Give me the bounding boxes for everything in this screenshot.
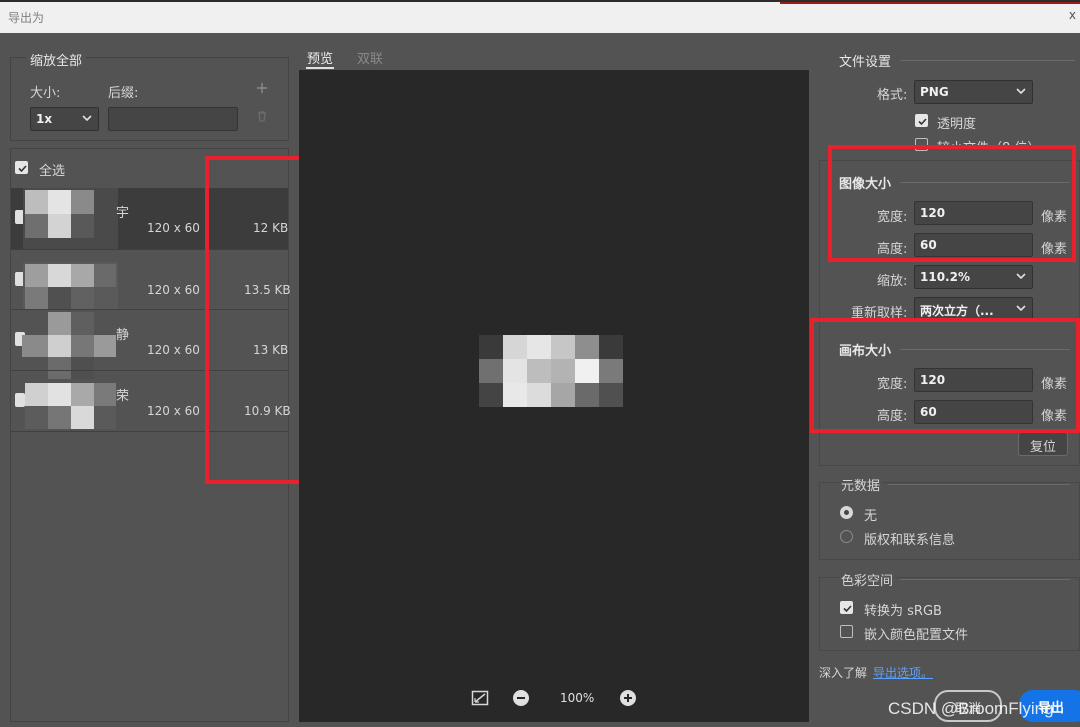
scale-all-title: 缩放全部 [26,50,87,69]
tab-preview[interactable]: 预览 [307,48,333,67]
asset-dimensions: 120 x 60 [147,343,200,357]
select-all-label: 全选 [39,164,66,179]
size-select-value: 1x [36,112,53,126]
title-bar: 导出为 x [0,0,1080,33]
preview-canvas: 100% [299,70,809,722]
chevron-down-icon [1016,88,1026,95]
embed-profile-checkbox[interactable] [840,625,853,638]
asset-name: 宇 [116,206,130,221]
metadata-none-radio[interactable] [840,506,853,519]
embed-profile-label: 嵌入颜色配置文件 [864,628,969,643]
watermark: CSDN @BroomFlying [888,699,1054,718]
export-options-link[interactable]: 导出选项。 [873,664,933,681]
annotation-box [828,145,1076,262]
transparency-checkbox[interactable] [915,114,928,127]
size-select[interactable]: 1x [30,107,99,131]
size-label: 大小: [30,86,61,101]
chevron-down-icon [1016,273,1026,280]
reset-button[interactable]: 复位 [1018,432,1068,456]
metadata-title: 元数据 [839,475,883,494]
metadata-copyright-label: 版权和联系信息 [864,533,956,548]
trash-icon[interactable] [255,109,269,123]
convert-srgb-label: 转换为 sRGB [864,604,942,619]
asset-name: 荣 [116,389,130,404]
select-all-checkbox[interactable] [15,161,28,174]
asset-thumbnail [23,188,118,249]
window-title: 导出为 [8,11,45,25]
learn-more-label: 深入了解 [819,666,868,680]
zoom-in-icon[interactable] [619,689,637,707]
asset-dimensions: 120 x 60 [147,404,200,418]
annotation-box [810,318,1080,433]
fit-screen-icon[interactable] [471,689,489,707]
convert-srgb-checkbox[interactable] [840,601,853,614]
zoom-out-icon[interactable] [512,689,530,707]
asset-thumbnail [23,250,118,310]
metadata-copyright-radio[interactable] [840,530,853,543]
section-divider [888,484,1070,485]
file-settings-title: 文件设置 [839,55,892,70]
add-icon[interactable] [255,81,269,95]
scale-label: 缩放: [877,274,908,289]
chevron-down-icon [1016,305,1026,312]
asset-name: 静 [116,328,130,343]
suffix-label: 后缀: [108,86,139,101]
format-select[interactable]: PNG [914,80,1033,104]
tab-2up[interactable]: 双联 [357,48,383,67]
asset-dimensions: 120 x 60 [147,283,200,297]
color-space-title: 色彩空间 [839,570,896,589]
preview-image [479,335,623,407]
zoom-level: 100% [560,691,595,705]
asset-dimensions: 120 x 60 [147,221,200,235]
asset-thumbnail [23,381,118,431]
title-bar-accent [780,2,1080,4]
section-divider [900,60,1075,61]
metadata-none-label: 无 [864,509,878,524]
section-divider [900,579,1070,580]
transparency-label: 透明度 [937,117,977,132]
format-label: 格式: [877,88,908,103]
suffix-input[interactable] [108,107,238,131]
tab-preview-underline [306,67,334,69]
chevron-down-icon [82,115,92,122]
scale-select[interactable]: 110.2% [914,265,1033,289]
close-icon[interactable]: x [1069,8,1076,22]
